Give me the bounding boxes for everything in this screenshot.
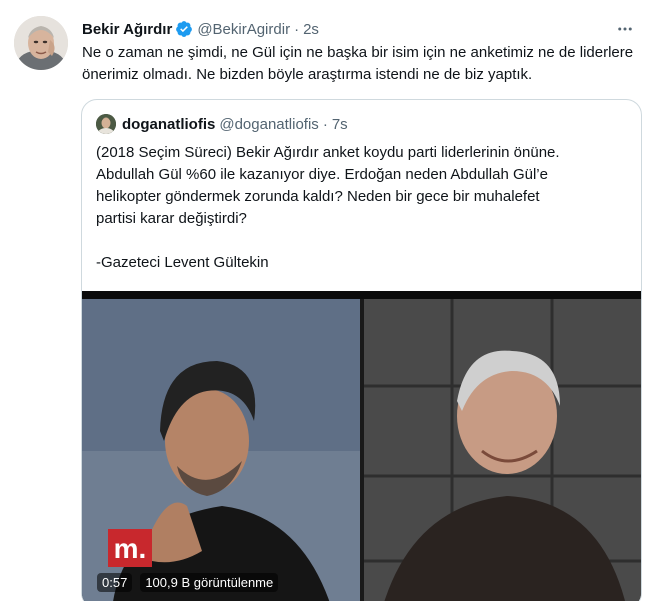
quoted-tweet-time[interactable]: 7s <box>332 116 348 133</box>
quoted-text-line <box>96 230 631 252</box>
quoted-text-line: (2018 Seçim Süreci) Bekir Ağırdır anket … <box>96 144 560 161</box>
quoted-text-line: partisi karar değiştirdi? <box>96 210 247 227</box>
quoted-tweet-header: doganatliofis @doganatliofis · 7s <box>96 114 348 134</box>
video-duration: 0:57 <box>97 572 133 592</box>
tweet-text: Ne o zaman ne şimdi, ne Gül için ne başk… <box>82 44 634 83</box>
author-handle[interactable]: @BekirAgirdir <box>197 21 290 38</box>
separator-dot: · <box>322 115 328 133</box>
quoted-text-line: -Gazeteci Levent Gültekin <box>96 254 269 271</box>
quoted-tweet[interactable]: doganatliofis @doganatliofis · 7s (2018 … <box>81 99 642 601</box>
quoted-text-line: Abdullah Gül %60 ile kazanıyor diye. Erd… <box>96 166 548 183</box>
video-thumbnail <box>82 299 641 601</box>
tweet-time[interactable]: 2s <box>303 21 319 38</box>
quoted-tweet-text: (2018 Seçim Süreci) Bekir Ağırdır anket … <box>96 142 631 274</box>
quoted-author-handle[interactable]: @doganatliofis <box>219 116 318 133</box>
author-name[interactable]: Bekir Ağırdır <box>82 21 172 38</box>
tweet-header: Bekir Ağırdır @BekirAgirdir · 2s <box>82 19 319 39</box>
quoted-author-name[interactable]: doganatliofis <box>122 116 215 133</box>
video-views: 100,9 B görüntülenme <box>140 572 279 592</box>
quoted-text-line: helikopter göndermek zorunda kaldı? Nede… <box>96 188 540 205</box>
author-avatar[interactable] <box>14 16 68 70</box>
video-player[interactable]: m. 0:57 100,9 B görüntülenme <box>82 291 641 601</box>
more-horizontal-icon[interactable] <box>614 19 636 39</box>
quoted-author-avatar[interactable] <box>96 114 116 134</box>
verified-badge-icon <box>175 20 193 38</box>
separator-dot: · <box>294 20 300 38</box>
tweet[interactable]: Bekir Ağırdır @BekirAgirdir · 2s Ne o za… <box>0 0 650 601</box>
channel-logo: m. <box>108 529 152 567</box>
video-info: 0:57 100,9 B görüntülenme <box>97 572 279 592</box>
